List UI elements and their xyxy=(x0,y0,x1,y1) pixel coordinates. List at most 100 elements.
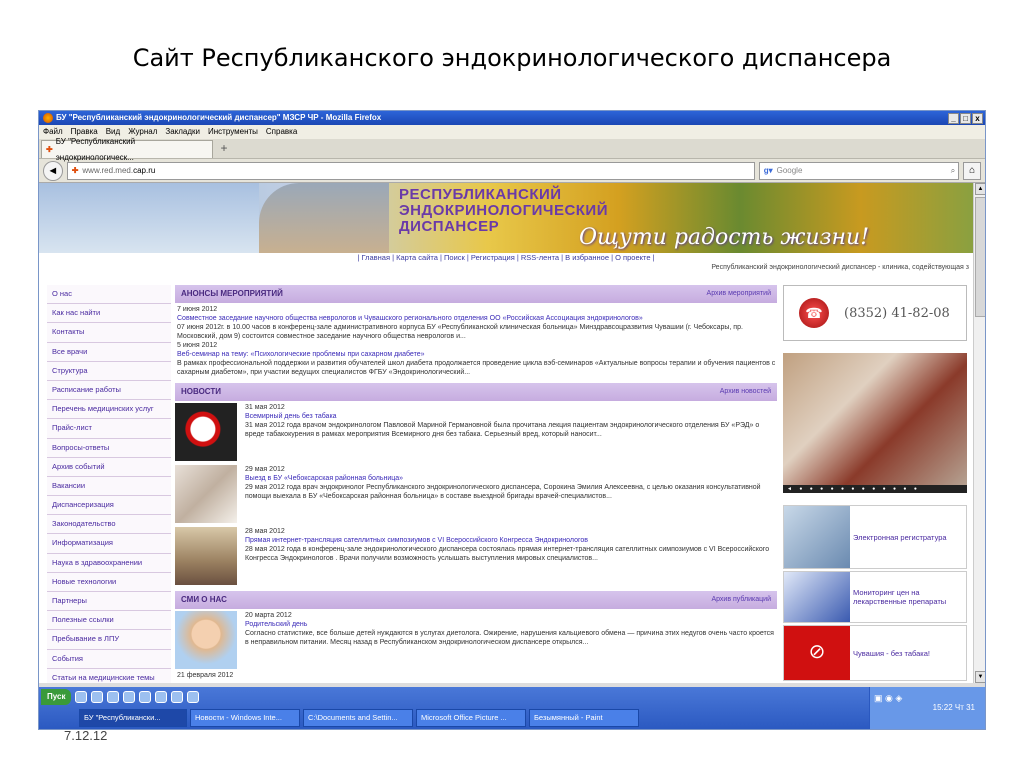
quicklaunch-icon[interactable] xyxy=(123,691,136,703)
nav-item-informatization[interactable]: Информатизация xyxy=(47,534,171,554)
news-item: 29 мая 2012 Выезд в БУ «Чебоксарская рай… xyxy=(175,465,777,525)
announcement-link[interactable]: Веб-семинар на тему: «Психологические пр… xyxy=(177,350,777,359)
news-link[interactable]: Прямая интернет-трансляция сателлитных с… xyxy=(245,536,777,545)
nav-item-technologies[interactable]: Новые технологии xyxy=(47,572,171,592)
browser-window: БУ "Республиканский эндокринологический … xyxy=(38,110,986,730)
media-item-date-cut: 21 февраля 2012 xyxy=(177,672,234,679)
nav-item-links[interactable]: Полезные ссылки xyxy=(47,611,171,631)
start-button[interactable]: Пуск xyxy=(41,689,72,705)
media-link[interactable]: Родительский день xyxy=(245,620,777,629)
minimize-button[interactable]: _ xyxy=(948,112,959,124)
google-icon: g▾ xyxy=(763,165,773,175)
search-icon[interactable]: ⌕ xyxy=(951,163,958,179)
media-archive-link[interactable]: Архив публикаций xyxy=(711,591,777,609)
nav-item-stay[interactable]: Пребывание в ЛПУ xyxy=(47,630,171,650)
top-links[interactable]: | Главная | Карта сайта | Поиск | Регист… xyxy=(39,253,973,263)
tab-active[interactable]: ✚ БУ "Республиканский эндокринологическ.… xyxy=(41,137,213,162)
slideshow-image[interactable]: ◄ ● ● ● ● ● ● ● ● ● ● ● ● xyxy=(783,353,967,493)
menu-help[interactable]: Справка xyxy=(266,125,297,139)
nav-item-legislation[interactable]: Законодательство xyxy=(47,515,171,535)
tab-bar: ✚ БУ "Республиканский эндокринологическ.… xyxy=(39,137,985,162)
nav-item-services[interactable]: Перечень медицинских услуг xyxy=(47,400,171,420)
home-button[interactable]: ⌂ xyxy=(963,161,981,180)
left-navigation: О нас Как нас найти Контакты Все врачи С… xyxy=(47,285,171,683)
search-placeholder: Google xyxy=(776,165,803,175)
scroll-thumb[interactable] xyxy=(975,197,985,317)
child-image[interactable] xyxy=(175,611,237,669)
news-header: НОВОСТИ Архив новостей xyxy=(175,383,777,401)
maximize-button[interactable]: □ xyxy=(960,112,971,124)
window-titlebar[interactable]: БУ "Республиканский эндокринологический … xyxy=(39,111,985,125)
taskbar-picture-manager[interactable]: Microsoft Office Picture ... xyxy=(416,709,526,727)
nav-item-checkup[interactable]: Диспансеризация xyxy=(47,496,171,516)
doctor-visit-image[interactable] xyxy=(175,465,237,523)
announcements-header: АНОНСЫ МЕРОПРИЯТИЙ Архив мероприятий xyxy=(175,285,777,303)
nav-item-faq[interactable]: Вопросы-ответы xyxy=(47,438,171,458)
quicklaunch-icon[interactable] xyxy=(75,691,88,703)
quicklaunch-icon[interactable] xyxy=(155,691,168,703)
url-bar[interactable]: ✚ www.red.med.cap.ru ☆ ▾ ↻ xyxy=(66,161,805,225)
pills-image xyxy=(784,572,850,622)
back-button[interactable]: ◄ xyxy=(43,160,63,181)
nav-item-articles[interactable]: Статьи на медицинские темы xyxy=(47,668,171,683)
phone-number: (8352) 41-82-08 xyxy=(844,305,950,321)
news-archive-link[interactable]: Архив новостей xyxy=(720,383,777,401)
nav-item-structure[interactable]: Структура xyxy=(47,361,171,381)
news-item: 31 мая 2012 Всемирный день без табака 31… xyxy=(175,403,777,463)
no-smoking-image[interactable] xyxy=(175,403,237,461)
tray-icons[interactable]: ▣ ◉ ◈ xyxy=(874,693,902,704)
announcement-item: 5 июня 2012 Веб-семинар на тему: «Психол… xyxy=(177,342,777,376)
nav-item-pricelist[interactable]: Прайс-лист xyxy=(47,419,171,439)
quicklaunch-icon[interactable] xyxy=(107,691,120,703)
close-button[interactable]: x xyxy=(972,112,983,124)
phone-icon: ☎ xyxy=(799,298,829,328)
conference-image[interactable] xyxy=(175,527,237,585)
taskbar-firefox[interactable]: БУ "Республикански... xyxy=(79,709,187,727)
nav-item-schedule[interactable]: Расписание работы xyxy=(47,380,171,401)
media-item: 20 марта 2012 Родительский день Согласно… xyxy=(175,611,777,671)
announcement-item: 7 июня 2012 Совместное заседание научног… xyxy=(175,305,777,341)
news-item: 28 мая 2012 Прямая интернет-трансляция с… xyxy=(175,527,777,587)
menu-tools[interactable]: Инструменты xyxy=(208,125,258,139)
system-tray: ▣ ◉ ◈ 15:22 Чт 31 xyxy=(869,687,985,729)
slideshow-pager[interactable]: ◄ ● ● ● ● ● ● ● ● ● ● ● ● xyxy=(783,485,967,493)
site-favicon-icon: ✚ xyxy=(46,144,53,154)
site-tagline: Республиканский эндокринологический дисп… xyxy=(711,264,969,271)
announcement-link[interactable]: Совместное заседание научного общества н… xyxy=(177,314,777,323)
taskbar-explorer[interactable]: C:\Documents and Settin... xyxy=(303,709,413,727)
e-registry-block[interactable]: Электронная регистратура xyxy=(783,505,967,569)
news-link[interactable]: Выезд в БУ «Чебоксарская районная больни… xyxy=(245,474,777,483)
scroll-down-icon[interactable]: ▼ xyxy=(975,671,985,683)
quicklaunch-icon[interactable] xyxy=(187,691,200,703)
quicklaunch-icon[interactable] xyxy=(171,691,184,703)
scroll-up-icon[interactable]: ▲ xyxy=(975,183,985,195)
nav-item-contacts[interactable]: Контакты xyxy=(47,323,171,343)
banner-building-image xyxy=(259,183,389,253)
window-title: БУ "Республиканский эндокринологический … xyxy=(56,113,382,122)
nav-item-partners[interactable]: Партнеры xyxy=(47,592,171,612)
nav-item-directions[interactable]: Как нас найти xyxy=(47,304,171,324)
banner-slogan: Ощути радость жизни! xyxy=(579,225,870,250)
nav-item-science[interactable]: Наука в здравоохранении xyxy=(47,553,171,573)
drug-prices-block[interactable]: Мониторинг цен на лекарственные препарат… xyxy=(783,571,967,623)
e-registry-label: Электронная регистратура xyxy=(853,532,947,542)
clock[interactable]: 15:22 Чт 31 xyxy=(933,703,975,712)
no-smoking-icon: ⊘ xyxy=(784,626,850,680)
url-text: www.red.med.cap.ru xyxy=(82,165,156,175)
nav-item-about[interactable]: О нас xyxy=(47,285,171,305)
news-link[interactable]: Всемирный день без табака xyxy=(245,412,777,421)
announcements-archive-link[interactable]: Архив мероприятий xyxy=(707,285,777,303)
nav-item-vacancies[interactable]: Вакансии xyxy=(47,476,171,497)
slide-date: 7.12.12 xyxy=(64,728,108,743)
search-input[interactable]: g▾ Google ⌕ xyxy=(758,161,960,180)
nav-item-doctors[interactable]: Все врачи xyxy=(47,342,171,362)
vertical-scrollbar[interactable]: ▲ ▼ xyxy=(973,183,985,683)
taskbar-paint[interactable]: Безымянный - Paint xyxy=(529,709,639,727)
quicklaunch-icon[interactable] xyxy=(91,691,104,703)
nav-item-events-archive[interactable]: Архив событий xyxy=(47,457,171,477)
no-tobacco-block[interactable]: ⊘ Чувашия - без табака! xyxy=(783,625,967,681)
nav-item-events[interactable]: События xyxy=(47,649,171,669)
quicklaunch-icon[interactable] xyxy=(139,691,152,703)
new-tab-button[interactable]: + xyxy=(217,142,231,156)
taskbar-ie[interactable]: Новости - Windows Inte... xyxy=(190,709,300,727)
